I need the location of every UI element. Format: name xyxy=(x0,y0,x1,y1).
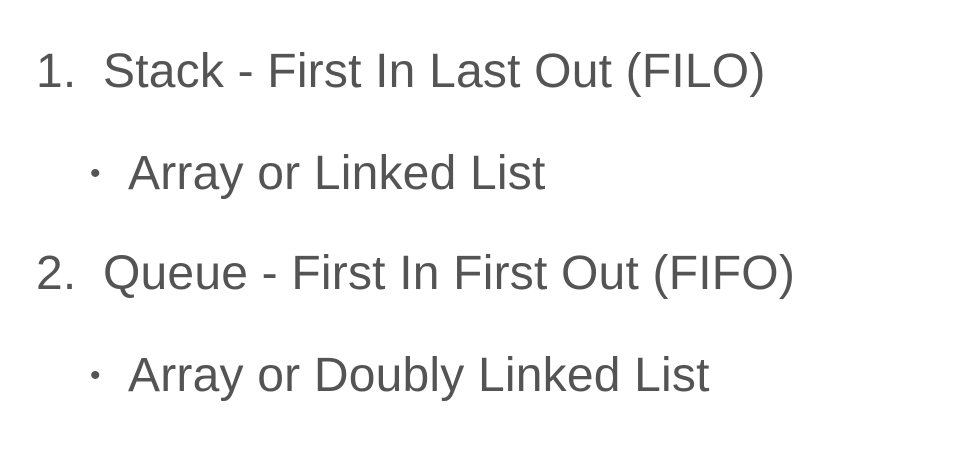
sub-item-text: Array or Doubly Linked List xyxy=(128,349,710,402)
sub-item-stack-impl: • Array or Linked List xyxy=(90,146,546,202)
list-number: 2. xyxy=(36,247,77,300)
slide-content: 1. Stack - First In Last Out (FILO) • Arra… xyxy=(0,0,976,456)
list-item-queue: 2. Queue - First In First Out (FIFO) xyxy=(36,246,795,302)
list-item-stack: 1. Stack - First In Last Out (FILO) xyxy=(36,44,766,100)
sub-item-queue-impl: • Array or Doubly Linked List xyxy=(90,348,710,404)
list-item-text: Stack - First In Last Out (FILO) xyxy=(103,45,766,98)
list-number: 1. xyxy=(36,45,77,98)
list-item-text: Queue - First In First Out (FIFO) xyxy=(103,247,796,300)
bullet-icon: • xyxy=(90,359,101,392)
bullet-icon: • xyxy=(90,157,101,190)
sub-item-text: Array or Linked List xyxy=(128,147,546,200)
